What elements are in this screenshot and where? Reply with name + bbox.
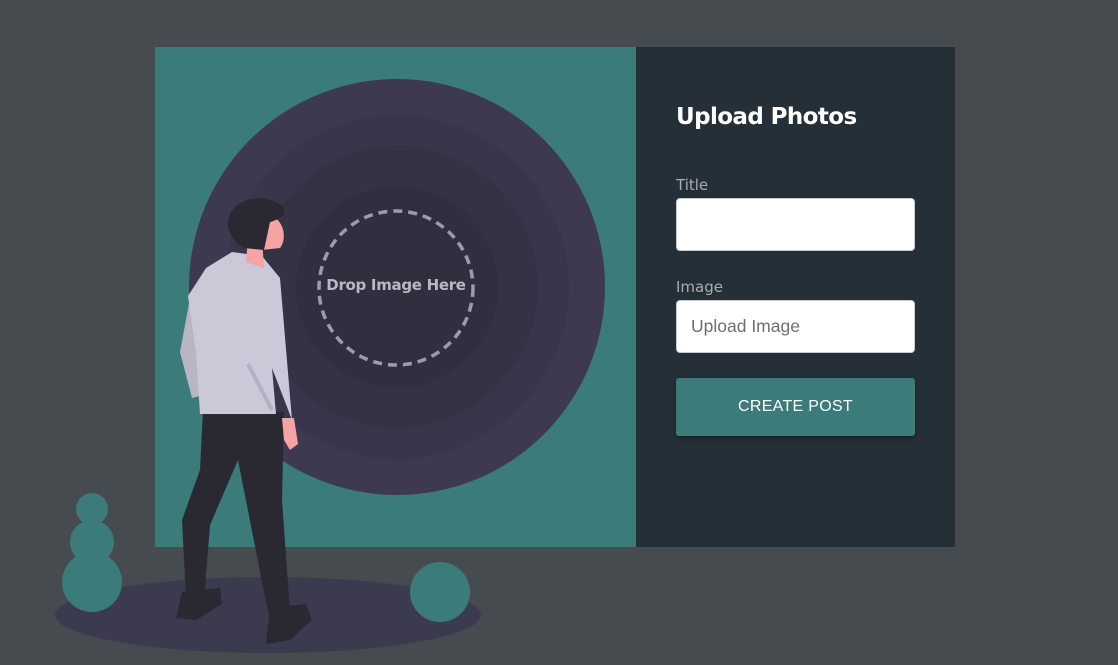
- image-label: Image: [676, 278, 723, 296]
- page-title: Upload Photos: [676, 104, 857, 130]
- ball-icon: [410, 562, 470, 622]
- create-post-button[interactable]: CREATE POST: [676, 378, 915, 436]
- drop-image-label: Drop Image Here: [326, 276, 466, 294]
- illustration: [55, 79, 605, 653]
- title-label: Title: [676, 176, 709, 194]
- title-input[interactable]: [676, 198, 915, 251]
- image-upload-input[interactable]: [676, 300, 915, 353]
- plant-icon: [62, 493, 122, 612]
